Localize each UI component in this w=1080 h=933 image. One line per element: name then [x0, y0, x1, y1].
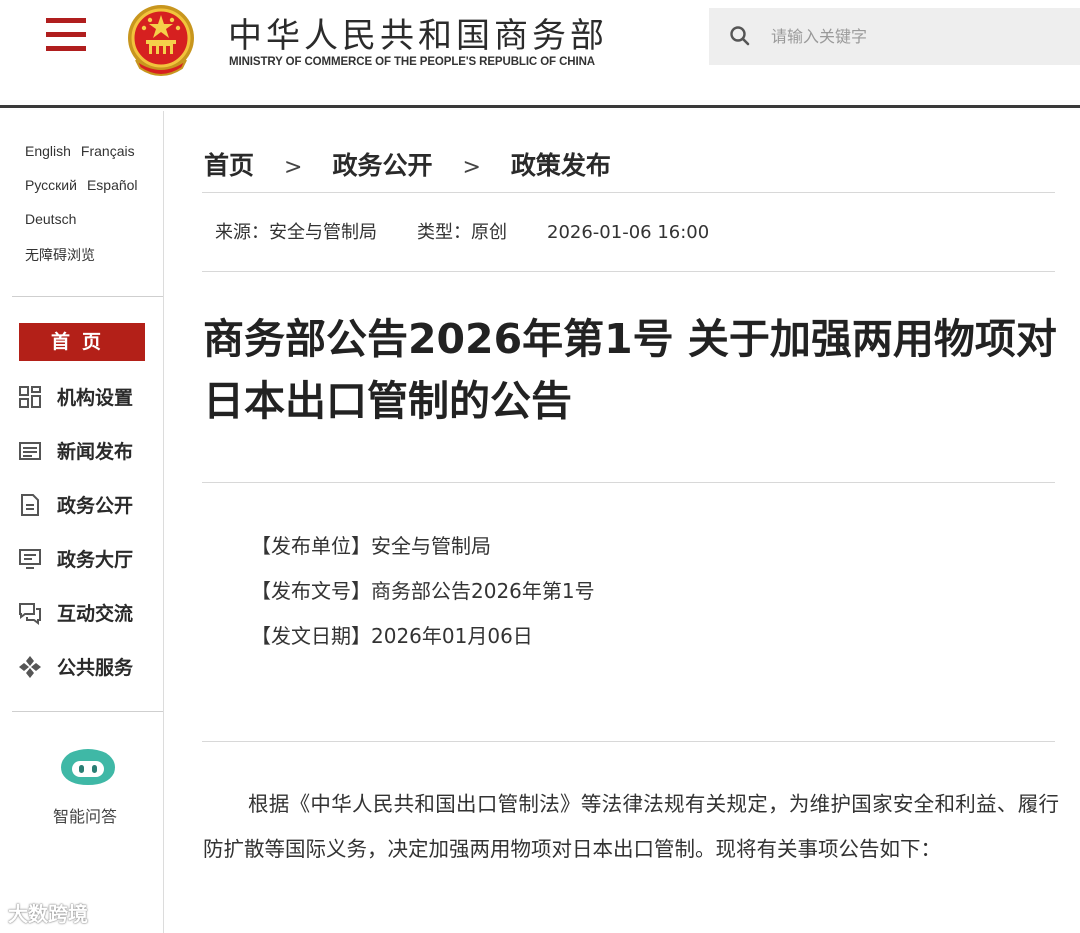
- sidebar-item-org[interactable]: 机构设置: [18, 382, 158, 412]
- sidebar-item-label: 互动交流: [57, 603, 134, 625]
- meta-type: 类型：原创: [417, 222, 507, 243]
- search-bar[interactable]: [709, 8, 1080, 65]
- menu-icon[interactable]: [46, 18, 86, 52]
- watermark: 大数跨境: [8, 902, 88, 926]
- org-grid-icon: [19, 386, 41, 408]
- article-title: 商务部公告2026年第1号 关于加强两用物项对日本出口管制的公告: [203, 315, 1057, 425]
- sidebar-divider: [12, 296, 163, 297]
- hall-screen-icon: [19, 549, 41, 569]
- sidebar-item-label: 政务公开: [57, 495, 134, 517]
- search-input[interactable]: [771, 20, 1061, 52]
- language-row: English Français: [25, 143, 145, 159]
- sidebar-item-hall[interactable]: 政务大厅: [18, 544, 158, 574]
- sidebar-item-public-service[interactable]: 公共服务: [18, 652, 158, 682]
- news-icon: [19, 442, 41, 460]
- accessibility-link[interactable]: 无障碍浏览: [25, 247, 95, 263]
- sidebar-item-news[interactable]: 新闻发布: [18, 436, 158, 466]
- national-emblem-icon: [128, 5, 194, 76]
- language-row: Deutsch: [25, 211, 86, 227]
- divider: [202, 271, 1055, 272]
- site-header: 中华人民共和国商务部 MINISTRY OF COMMERCE OF THE P…: [0, 0, 1080, 108]
- search-icon[interactable]: [729, 25, 751, 47]
- divider: [202, 482, 1055, 483]
- chat-icon: [19, 603, 41, 625]
- meta-source: 来源：安全与管制局: [215, 222, 377, 243]
- sidebar-item-gov-affairs[interactable]: 政务公开: [18, 490, 158, 520]
- issue-date-line: 【发文日期】2026年01月06日: [251, 624, 533, 648]
- sidebar: English Français Русский Español Deutsch 无…: [0, 111, 164, 933]
- chatbot-icon[interactable]: [58, 747, 118, 791]
- language-row: Русский Español: [25, 177, 148, 193]
- assistant-label[interactable]: 智能问答: [53, 803, 117, 827]
- breadcrumb-policy[interactable]: 政策发布: [511, 151, 611, 180]
- sidebar-item-label: 机构设置: [57, 387, 134, 409]
- sidebar-item-label: 新闻发布: [57, 441, 134, 463]
- publisher-line: 【发布单位】安全与管制局: [251, 534, 491, 558]
- home-button[interactable]: 首页: [19, 323, 145, 361]
- divider: [202, 192, 1055, 193]
- lang-spanish-link[interactable]: Español: [87, 177, 138, 193]
- article-meta: 来源：安全与管制局 类型：原创 2026-01-06 16:00: [215, 218, 749, 244]
- language-row: 无障碍浏览: [25, 245, 105, 265]
- breadcrumb-separator: >: [462, 155, 481, 180]
- lang-english-link[interactable]: English: [25, 143, 71, 159]
- sidebar-item-interaction[interactable]: 互动交流: [18, 598, 158, 628]
- breadcrumb: 首页 > 政务公开 > 政策发布: [204, 146, 611, 182]
- lang-french-link[interactable]: Français: [81, 143, 135, 159]
- breadcrumb-gov-affairs[interactable]: 政务公开: [332, 151, 432, 180]
- article-body: 根据《中华人民共和国出口管制法》等法律法规有关规定，为维护国家安全和利益、履行防…: [203, 792, 1059, 861]
- lang-russian-link[interactable]: Русский: [25, 177, 77, 193]
- sidebar-divider: [12, 711, 163, 712]
- doc-number-line: 【发布文号】商务部公告2026年第1号: [251, 579, 595, 603]
- site-subtitle: MINISTRY OF COMMERCE OF THE PEOPLE'S REP…: [229, 56, 595, 68]
- meta-datetime: 2026-01-06 16:00: [547, 222, 710, 243]
- breadcrumb-separator: >: [284, 155, 303, 180]
- sidebar-item-label: 政务大厅: [57, 549, 134, 571]
- sidebar-item-label: 公共服务: [57, 657, 134, 679]
- service-icon: [19, 656, 41, 678]
- site-title: 中华人民共和国商务部: [228, 16, 608, 56]
- lang-german-link[interactable]: Deutsch: [25, 211, 76, 227]
- divider: [202, 741, 1055, 742]
- document-icon: [21, 494, 39, 516]
- breadcrumb-home[interactable]: 首页: [204, 151, 254, 180]
